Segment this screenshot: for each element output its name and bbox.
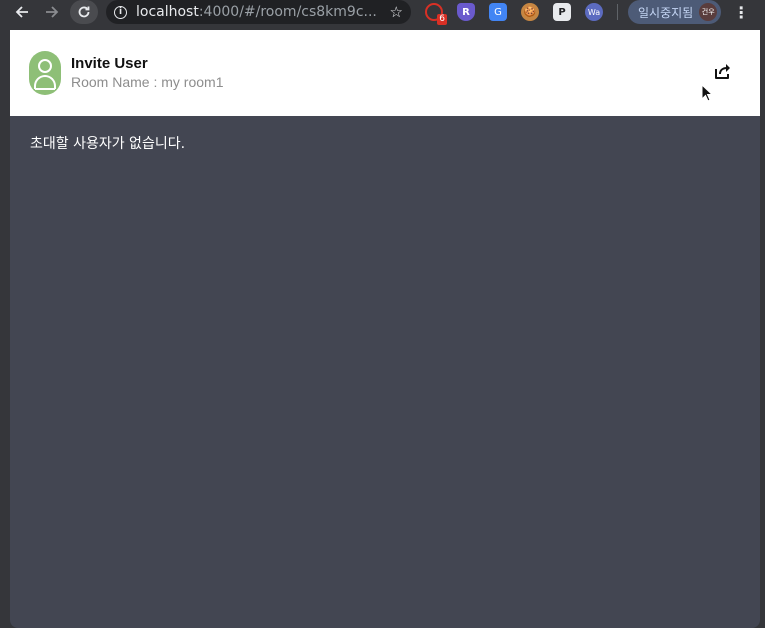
app-page: Invite User Room Name : my room1 초대할 사용자…: [10, 30, 760, 628]
reload-icon[interactable]: [70, 0, 98, 24]
profile-avatar: 건우: [699, 3, 718, 21]
empty-message: 초대할 사용자가 없습니다.: [30, 136, 186, 152]
info-icon[interactable]: i: [114, 5, 127, 19]
user-avatar-icon: [29, 51, 61, 95]
page-header: Invite User Room Name : my room1: [10, 30, 760, 116]
profile-status: 일시중지됨: [638, 5, 694, 20]
extension-1-icon[interactable]: 6: [425, 3, 447, 25]
share-icon: [715, 64, 730, 79]
extensions-area: 6 R G 🍪 P Wa 일시중지됨 건우 ⋮: [425, 0, 749, 25]
browser-menu-icon[interactable]: ⋮: [733, 3, 749, 22]
extension-5-icon[interactable]: P: [553, 3, 571, 21]
url-host: localhost: [136, 4, 199, 20]
back-arrow-icon[interactable]: [10, 0, 34, 24]
forward-arrow-icon[interactable]: [40, 0, 64, 24]
toolbar-separator: [617, 4, 618, 20]
bookmark-star-icon[interactable]: ☆: [390, 3, 403, 21]
invite-user-list: 초대할 사용자가 없습니다.: [10, 116, 760, 172]
share-button[interactable]: [712, 60, 734, 82]
cookie-extension-icon[interactable]: 🍪: [521, 3, 539, 21]
address-bar[interactable]: i localhost:4000/#/room/cs8km9c... ☆: [106, 0, 411, 24]
page-title: Invite User: [71, 54, 148, 72]
extension-badge: 6: [437, 14, 447, 25]
mouse-cursor-icon: [701, 84, 713, 102]
extension-2-icon[interactable]: R: [457, 3, 475, 21]
header-titles: Invite User Room Name : my room1: [71, 55, 223, 92]
url-path: :4000/#/room/cs8km9c...: [198, 4, 377, 20]
extension-3-icon[interactable]: G: [489, 3, 507, 21]
extension-6-icon[interactable]: Wa: [585, 3, 603, 21]
profile-button[interactable]: 일시중지됨 건우: [628, 0, 722, 24]
room-name-label: Room Name : my room1: [71, 73, 224, 90]
browser-toolbar: i localhost:4000/#/room/cs8km9c... ☆ 6 R…: [0, 0, 765, 25]
